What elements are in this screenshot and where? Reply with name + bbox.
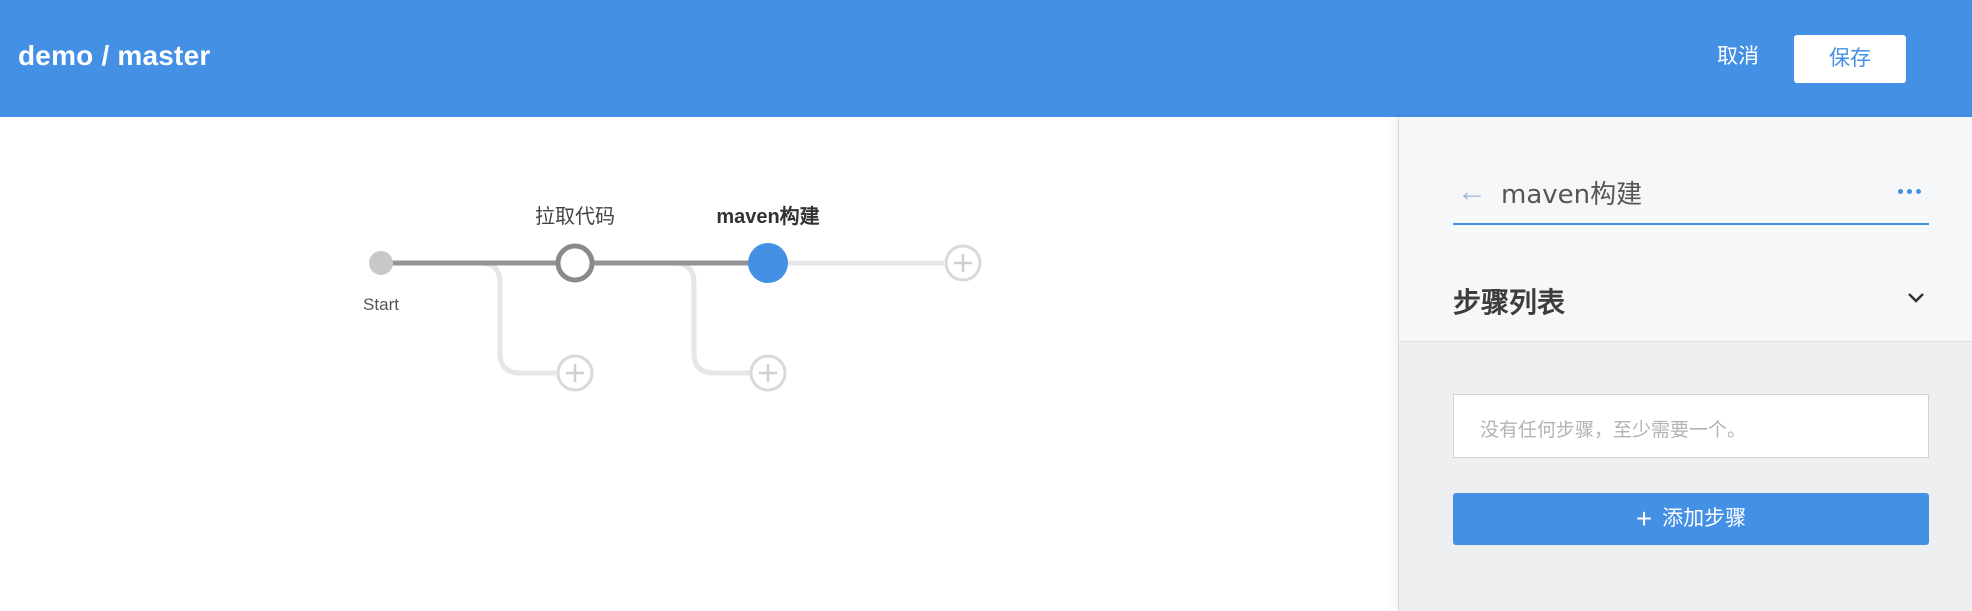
stage-node-1[interactable]	[555, 243, 595, 283]
pipeline-canvas: 拉取代码 maven构建 Start	[0, 117, 1398, 611]
stage-label-1[interactable]: 拉取代码	[535, 200, 615, 229]
cancel-button[interactable]: 取消	[1700, 40, 1776, 74]
add-parallel-stage-button-2[interactable]	[749, 354, 787, 392]
plus-icon: +	[1635, 503, 1653, 534]
add-step-button[interactable]: + 添加步骤	[1453, 493, 1929, 545]
stage-name-row: ←	[1453, 167, 1929, 225]
top-bar: demo / master 取消 保存	[0, 0, 1972, 117]
save-button[interactable]: 保存	[1794, 35, 1906, 83]
steps-section-header[interactable]: 步骤列表	[1399, 267, 1972, 342]
add-stage-button[interactable]	[944, 244, 982, 282]
pipeline-graph	[369, 243, 982, 392]
page-title: demo / master	[18, 40, 211, 71]
panel-header: ← 步骤列表	[1399, 117, 1972, 342]
stage-label-2[interactable]: maven构建	[716, 200, 819, 229]
stage-name-input[interactable]	[1501, 171, 1861, 213]
empty-steps-text: 没有任何步骤，至少需要一个。	[1480, 420, 1747, 441]
arrow-left-icon[interactable]: ←	[1457, 177, 1487, 207]
stage-config-panel: ← 步骤列表 没有任何步骤，至少需要一个。 + 添加步骤	[1398, 117, 1972, 611]
steps-title: 步骤列表	[1453, 287, 1566, 318]
chevron-down-icon	[1908, 293, 1924, 303]
start-label: Start	[363, 295, 399, 314]
add-step-label: 添加步骤	[1662, 507, 1747, 530]
parallel-branch-connector-2	[673, 260, 750, 376]
stage-node-2[interactable]	[748, 243, 788, 283]
start-node	[369, 251, 393, 275]
add-parallel-stage-button-1[interactable]	[556, 354, 594, 392]
parallel-branch-connector-1	[479, 260, 556, 376]
more-horizontal-icon[interactable]	[1895, 179, 1925, 203]
empty-steps-message: 没有任何步骤，至少需要一个。	[1453, 394, 1929, 458]
